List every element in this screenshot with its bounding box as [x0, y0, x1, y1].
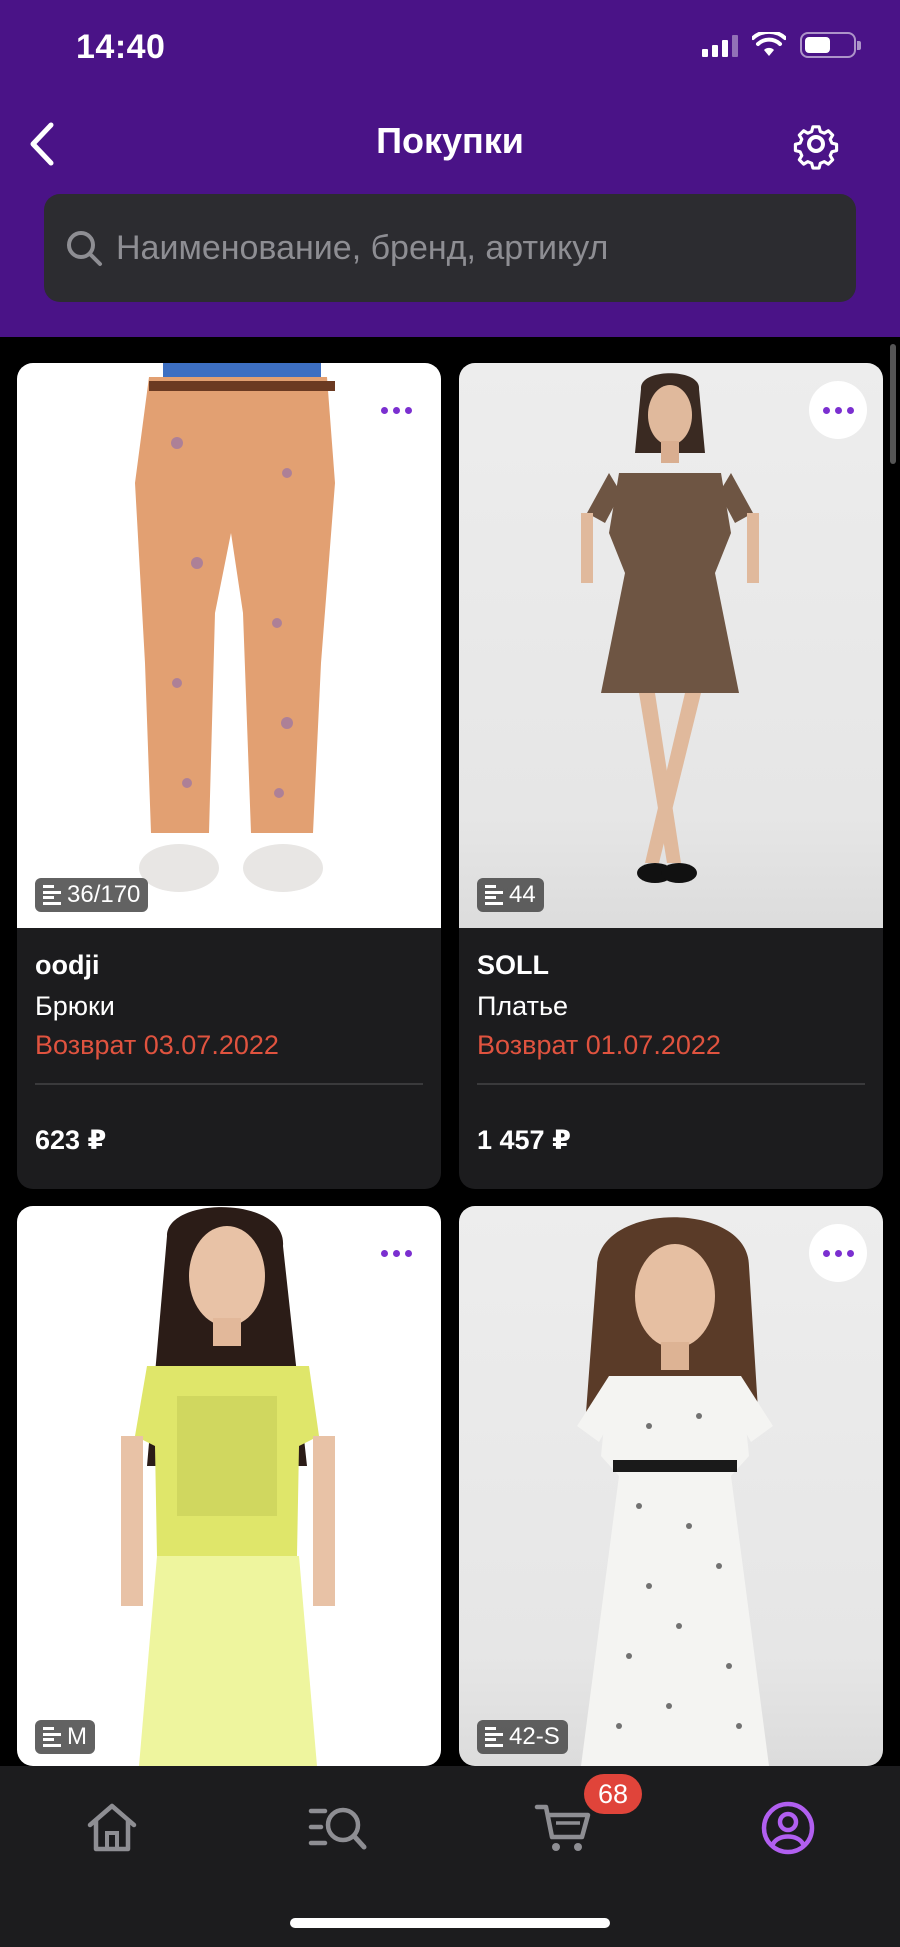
product-card[interactable]: M	[17, 1206, 441, 1766]
cart-icon	[534, 1804, 591, 1851]
price: 623 ₽	[35, 1125, 107, 1155]
gear-icon	[793, 125, 839, 170]
size-label: M	[67, 1723, 87, 1750]
size-label: 36/170	[67, 881, 141, 908]
size-icon	[485, 1727, 503, 1747]
home-indicator[interactable]	[290, 1918, 610, 1928]
size-label: 44	[509, 881, 536, 908]
status-time: 14:40	[76, 28, 166, 66]
battery-icon	[800, 32, 861, 58]
dress-image	[581, 373, 759, 883]
tab-catalog[interactable]	[298, 1796, 378, 1860]
white-dress-image	[577, 1217, 773, 1766]
more-options-button[interactable]	[367, 1224, 425, 1282]
product-name: Брюки	[35, 991, 115, 1021]
search-icon	[58, 222, 110, 274]
brand-name: oodji	[35, 950, 100, 980]
size-badge: 42-S	[477, 1720, 568, 1754]
wifi-icon	[752, 32, 786, 56]
size-icon	[43, 885, 61, 905]
product-image: 36/170	[17, 363, 441, 928]
scrollbar[interactable]	[890, 344, 896, 464]
product-card[interactable]: 36/170 oodji Брюки Возврат 03.07.2022 62…	[17, 363, 441, 1189]
price: 1 457 ₽	[477, 1125, 571, 1155]
size-badge: 44	[477, 878, 544, 912]
product-image: 42-S	[459, 1206, 883, 1766]
search-bar[interactable]	[44, 194, 856, 302]
app-header: 14:40 Покупки	[0, 0, 900, 337]
cellular-signal-icon	[702, 33, 738, 57]
more-options-button[interactable]	[809, 1224, 867, 1282]
divider	[477, 1083, 865, 1085]
more-options-button[interactable]	[809, 381, 867, 439]
tshirt-skirt-image	[121, 1207, 335, 1766]
trousers-image	[135, 363, 335, 892]
search-input[interactable]	[116, 228, 836, 268]
settings-button[interactable]	[790, 118, 842, 170]
product-name: Платье	[477, 991, 569, 1021]
product-card[interactable]: 44 SOLL Платье Возврат 01.07.2022 1 457 …	[459, 363, 883, 1189]
page-title: Покупки	[376, 120, 524, 161]
product-image: 44	[459, 363, 883, 928]
product-card[interactable]: 42-S	[459, 1206, 883, 1766]
divider	[35, 1083, 423, 1085]
product-info: oodji Брюки Возврат 03.07.2022 623 ₽	[17, 928, 441, 1189]
size-badge: 36/170	[35, 878, 149, 912]
size-badge: M	[35, 1720, 95, 1754]
size-icon	[485, 885, 503, 905]
size-label: 42-S	[509, 1723, 560, 1750]
tab-profile[interactable]	[748, 1796, 828, 1860]
more-options-button[interactable]	[367, 381, 425, 439]
catalog-search-icon	[308, 1807, 367, 1850]
profile-icon	[761, 1801, 815, 1855]
return-status: Возврат 03.07.2022	[35, 1030, 279, 1060]
return-status: Возврат 01.07.2022	[477, 1030, 721, 1060]
product-image: M	[17, 1206, 441, 1766]
product-info: SOLL Платье Возврат 01.07.2022 1 457 ₽	[459, 928, 883, 1189]
status-icons	[702, 32, 861, 58]
size-icon	[43, 1727, 61, 1747]
home-icon	[87, 1803, 137, 1852]
cart-count-badge: 68	[584, 1774, 642, 1814]
tab-home[interactable]	[72, 1796, 152, 1860]
brand-name: SOLL	[477, 950, 549, 980]
